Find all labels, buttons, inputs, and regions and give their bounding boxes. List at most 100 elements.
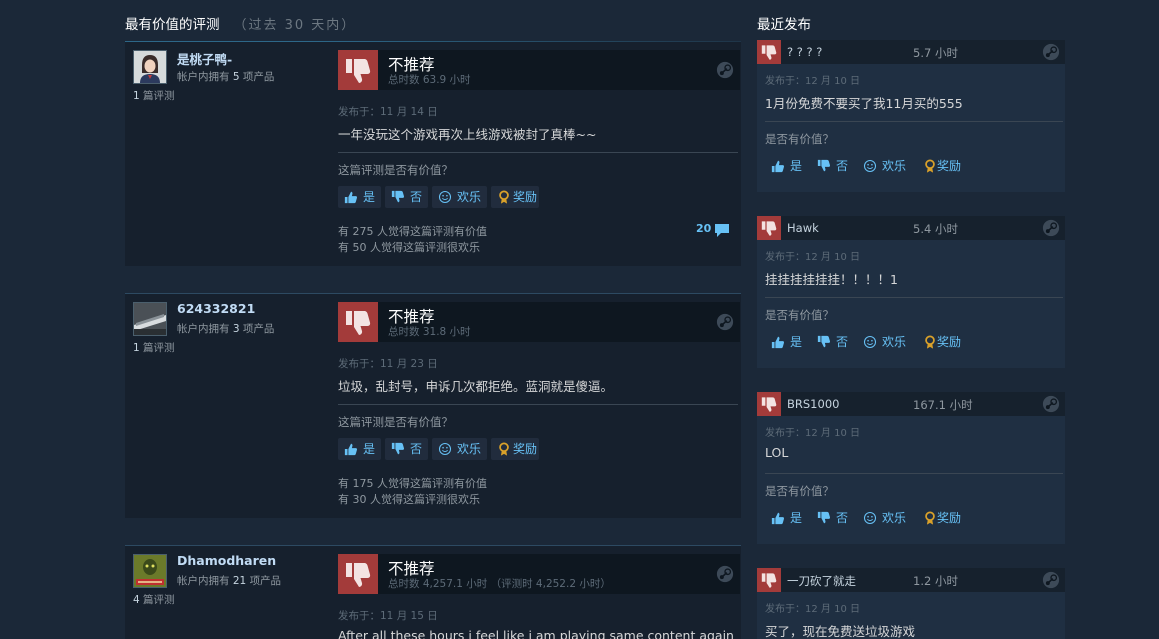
divider: [765, 121, 1063, 122]
avatar[interactable]: [133, 554, 167, 588]
divider: [765, 297, 1063, 298]
yes-button[interactable]: 是: [765, 508, 805, 528]
thumbs-down-icon: [757, 40, 781, 64]
helpful-count: 有 275 人觉得这篇评测有价值: [338, 225, 487, 238]
review-content: 垃圾，乱封号，申诉几次都拒绝。蓝洞就是傻逼。: [338, 379, 614, 394]
helpful-question: 这篇评测是否有价值？: [338, 415, 453, 429]
recent-review-header[interactable]: ? ? ? ? 5.7 小时: [757, 40, 1065, 64]
recent-section: 最近发布 ? ? ? ? 5.7 小时 发布于：12 月 10 日 1月份免费不…: [757, 0, 1065, 639]
recent-review-header[interactable]: 一刀砍了就走 1.2 小时: [757, 568, 1065, 592]
thumbs-up-icon: [344, 190, 358, 204]
thumbs-down-icon: [757, 392, 781, 416]
smile-icon: [863, 511, 877, 525]
most-helpful-title: 最有价值的评测: [125, 17, 220, 33]
posted-date: 发布于：11 月 15 日: [338, 610, 438, 622]
funny-button[interactable]: 欢乐: [857, 508, 913, 528]
funny-button[interactable]: 欢乐: [432, 438, 487, 460]
award-icon: [923, 511, 937, 525]
username[interactable]: 是桃子鸭-: [177, 49, 232, 68]
funny-button[interactable]: 欢乐: [432, 186, 487, 208]
products-owned: 帐户内拥有 21 项产品: [177, 575, 282, 587]
vote-header[interactable]: 不推荐 总时数 63.9 小时: [338, 50, 740, 90]
thumbs-down-icon: [338, 302, 378, 342]
thumbs-up-icon: [771, 159, 785, 173]
recent-helpful-question: 是否有价值？: [765, 308, 834, 322]
thumbs-down-small-icon: [817, 159, 831, 173]
recent-hours: 1.2 小时: [913, 574, 958, 588]
award-icon: [497, 190, 511, 204]
recent-posted: 发布于：12 月 10 日: [765, 428, 860, 439]
review-card: 是桃子鸭- 帐户内拥有 5 项产品 1 篇评测 不推荐 总时数 63.9 小时 …: [125, 42, 741, 266]
steam-icon: [1042, 571, 1060, 589]
playtime-hours: 总时数 31.8 小时: [388, 326, 471, 338]
thumbs-up-icon: [771, 511, 785, 525]
recent-posted: 发布于：12 月 10 日: [765, 76, 860, 87]
recent-username[interactable]: Hawk: [787, 221, 819, 235]
recent-review-card: ? ? ? ? 5.7 小时 发布于：12 月 10 日 1月份免费不要买了我1…: [757, 40, 1065, 192]
divider: [338, 152, 738, 153]
review-count[interactable]: 1 篇评测: [133, 340, 175, 355]
no-button[interactable]: 否: [811, 156, 851, 176]
award-icon: [497, 442, 511, 456]
yes-button[interactable]: 是: [338, 438, 381, 460]
review-count[interactable]: 1 篇评测: [133, 88, 175, 103]
yes-button[interactable]: 是: [338, 186, 381, 208]
section-title-recent: 最近发布: [757, 17, 811, 33]
recent-username[interactable]: ? ? ? ?: [787, 45, 822, 59]
award-button[interactable]: 奖励: [917, 156, 967, 176]
funny-count: 有 30 人觉得这篇评测很欢乐: [338, 493, 480, 506]
recent-username[interactable]: 一刀砍了就走: [787, 573, 856, 589]
playtime-hours: 总时数 4,257.1 小时 （评测时 4,252.2 小时）: [388, 578, 611, 590]
recent-helpful-question: 是否有价值？: [765, 132, 834, 146]
divider: [338, 404, 738, 405]
recent-posted: 发布于：12 月 10 日: [765, 604, 860, 615]
award-button[interactable]: 奖励: [917, 508, 967, 528]
recent-helpful-question: 是否有价值？: [765, 484, 834, 498]
review-content: 一年没玩这个游戏再次上线游戏被封了真棒~~: [338, 127, 597, 142]
award-button[interactable]: 奖励: [491, 438, 539, 460]
yes-button[interactable]: 是: [765, 156, 805, 176]
recent-vote-buttons: 是 否 欢乐 奖励: [765, 508, 1025, 528]
smile-icon: [863, 159, 877, 173]
products-owned: 帐户内拥有 5 项产品: [177, 71, 275, 83]
recent-hours: 5.4 小时: [913, 222, 958, 236]
avatar[interactable]: [133, 302, 167, 336]
divider: [765, 473, 1063, 474]
steam-icon: [716, 313, 734, 331]
thumbs-down-small-icon: [391, 190, 405, 204]
username[interactable]: Dhamodharen: [177, 553, 276, 568]
steam-icon: [1042, 43, 1060, 61]
thumbs-down-icon: [757, 216, 781, 240]
recent-content: 买了，现在免费送垃圾游戏: [765, 624, 916, 639]
recent-review-header[interactable]: Hawk 5.4 小时: [757, 216, 1065, 240]
review-count[interactable]: 4 篇评测: [133, 592, 175, 607]
recent-review-card: BRS1000 167.1 小时 发布于：12 月 10 日 LOL 是否有价值…: [757, 392, 1065, 544]
posted-date: 发布于：11 月 23 日: [338, 358, 438, 370]
avatar[interactable]: [133, 50, 167, 84]
yes-button[interactable]: 是: [765, 332, 805, 352]
no-button[interactable]: 否: [811, 332, 851, 352]
comments-link[interactable]: 20: [696, 222, 711, 235]
recent-username[interactable]: BRS1000: [787, 397, 839, 411]
award-button[interactable]: 奖励: [491, 186, 539, 208]
thumbs-up-icon: [344, 442, 358, 456]
no-button[interactable]: 否: [811, 508, 851, 528]
recent-review-header[interactable]: BRS1000 167.1 小时: [757, 392, 1065, 416]
recent-hours: 167.1 小时: [913, 398, 973, 412]
thumbs-up-icon: [771, 335, 785, 349]
most-helpful-subtitle: （过去 30 天内）: [233, 18, 357, 33]
products-owned: 帐户内拥有 3 项产品: [177, 323, 275, 335]
section-title-most-helpful: 最有价值的评测 （过去 30 天内）: [125, 0, 741, 40]
funny-button[interactable]: 欢乐: [857, 332, 913, 352]
vote-header[interactable]: 不推荐 总时数 31.8 小时: [338, 302, 740, 342]
recent-review-card: Hawk 5.4 小时 发布于：12 月 10 日 挂挂挂挂挂挂！！！！1 是否…: [757, 216, 1065, 368]
no-button[interactable]: 否: [385, 186, 428, 208]
smile-icon: [438, 190, 452, 204]
thumbs-down-small-icon: [817, 335, 831, 349]
username[interactable]: 624332821: [177, 301, 255, 316]
no-button[interactable]: 否: [385, 438, 428, 460]
vote-header[interactable]: 不推荐 总时数 4,257.1 小时 （评测时 4,252.2 小时）: [338, 554, 740, 594]
funny-button[interactable]: 欢乐: [857, 156, 913, 176]
playtime-hours: 总时数 63.9 小时: [388, 74, 471, 86]
award-button[interactable]: 奖励: [917, 332, 967, 352]
